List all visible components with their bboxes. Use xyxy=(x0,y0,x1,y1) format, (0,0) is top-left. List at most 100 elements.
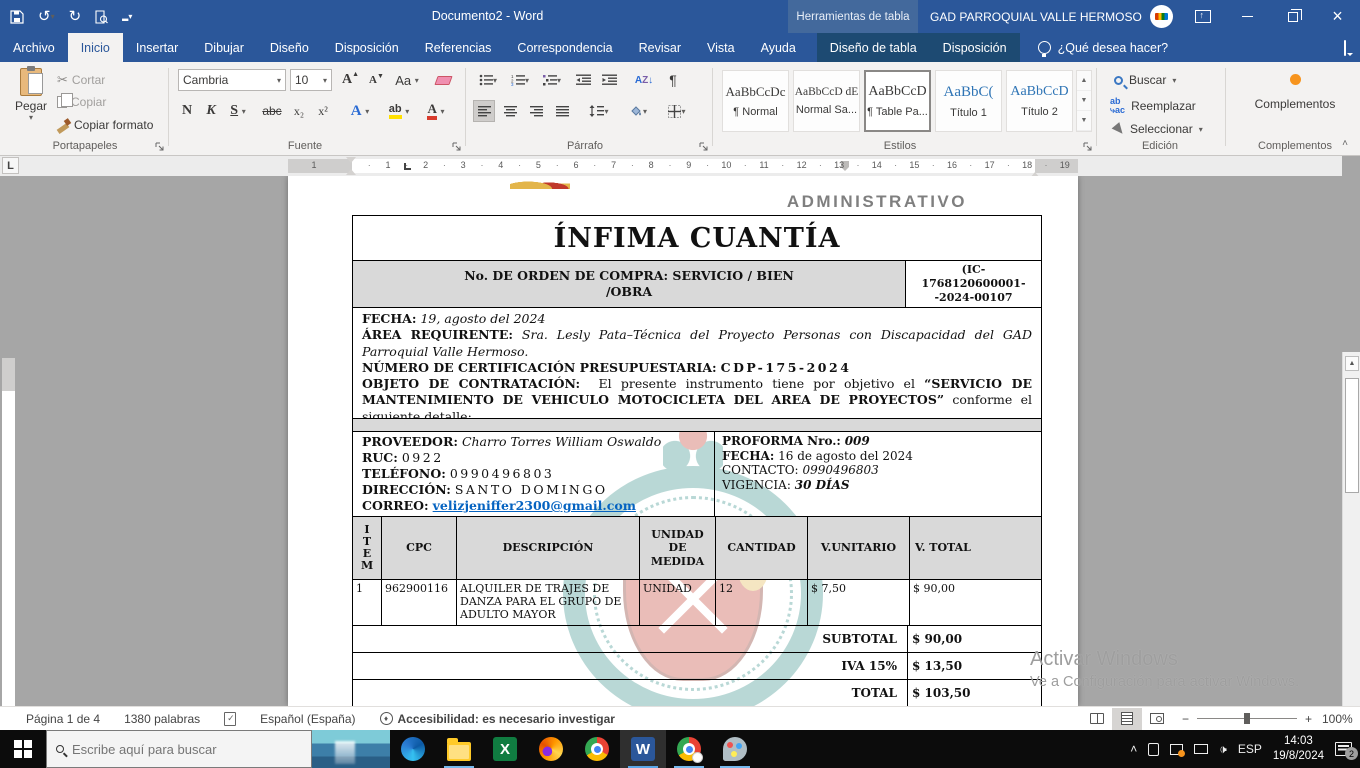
tab-stop-selector[interactable]: L xyxy=(2,157,19,174)
minimize-icon[interactable] xyxy=(1225,0,1270,33)
horizontal-ruler[interactable]: 1 1·2·3·4·5·6·7·8·9·10·11·12·13·14·15·16… xyxy=(288,159,1078,173)
web-layout-icon[interactable] xyxy=(1142,708,1172,730)
styles-dialog-launcher-icon[interactable] xyxy=(1083,142,1092,151)
tab-archivo[interactable]: Archivo xyxy=(0,33,68,62)
redo-icon[interactable]: ↻ xyxy=(69,9,82,24)
numbering-button[interactable]: 123▾ xyxy=(505,69,535,91)
zoom-slider[interactable] xyxy=(1197,718,1297,719)
taskbar-chrome-profile-icon[interactable] xyxy=(666,730,712,768)
align-right-button[interactable] xyxy=(525,100,547,122)
accessibility-status[interactable]: ♦ Accesibilidad: es necesario investigar xyxy=(368,712,627,726)
tab-vista[interactable]: Vista xyxy=(694,33,748,62)
taskbar-edge-icon[interactable] xyxy=(390,730,436,768)
taskbar-firefox-icon[interactable] xyxy=(528,730,574,768)
style-titulo-2[interactable]: AaBbCcD Título 2 xyxy=(1006,70,1073,132)
indent-markers[interactable] xyxy=(346,157,357,175)
show-paragraph-marks-button[interactable]: ¶ xyxy=(662,69,684,91)
close-icon[interactable]: × xyxy=(1315,0,1360,33)
zoom-percentage[interactable]: 100% xyxy=(1322,712,1360,726)
customize-qat-icon[interactable]: ▂▾ xyxy=(122,13,132,21)
document-canvas[interactable]: ADMINISTRATIVO ÍNFIMA CUANTÍA No. DE ORD… xyxy=(0,176,1360,706)
language-indicator[interactable]: Español (España) xyxy=(248,712,367,726)
tab-diseno[interactable]: Diseño xyxy=(257,33,322,62)
replace-button[interactable]: ab⤷ac Reemplazar xyxy=(1110,97,1196,115)
line-spacing-button[interactable]: ▾ xyxy=(583,100,615,122)
style-normal[interactable]: AaBbCcDc ¶ Normal xyxy=(722,70,789,132)
shading-button[interactable]: ▾ xyxy=(621,100,655,122)
cut-button[interactable]: ✂Cortar xyxy=(57,72,105,88)
zoom-slider-thumb[interactable] xyxy=(1244,713,1250,724)
restore-icon[interactable] xyxy=(1270,0,1315,33)
tab-dibujar[interactable]: Dibujar xyxy=(191,33,257,62)
style-titulo-1[interactable]: AaBbC( Título 1 xyxy=(935,70,1002,132)
tab-diseno-de-tabla[interactable]: Diseño de tabla xyxy=(817,33,930,62)
style-normal-sa[interactable]: AaBbCcD dE Normal Sa... xyxy=(793,70,860,132)
search-input[interactable] xyxy=(72,742,302,757)
tray-device-icon[interactable] xyxy=(1148,743,1159,756)
shrink-font-button[interactable]: A▼ xyxy=(362,69,384,91)
tab-disposicion[interactable]: Disposición xyxy=(322,33,412,62)
align-center-button[interactable] xyxy=(499,100,521,122)
change-case-button[interactable]: Aa ▾ xyxy=(390,69,424,91)
bold-button[interactable]: N xyxy=(176,100,198,122)
paragraph-dialog-launcher-icon[interactable] xyxy=(699,142,708,151)
print-layout-icon[interactable] xyxy=(1112,708,1142,730)
read-mode-icon[interactable] xyxy=(1082,708,1112,730)
superscript-button[interactable]: x² xyxy=(312,100,334,122)
clipboard-dialog-launcher-icon[interactable] xyxy=(155,142,164,151)
italic-button[interactable]: K xyxy=(200,100,222,122)
word-count[interactable]: 1380 palabras xyxy=(112,712,212,726)
select-button[interactable]: Seleccionar ▾ xyxy=(1114,122,1203,136)
zoom-in-icon[interactable]: + xyxy=(1305,712,1312,726)
feedback-comment-icon[interactable] xyxy=(1344,41,1346,55)
page-indicator[interactable]: Página 1 de 4 xyxy=(0,712,112,726)
paste-dropdown-icon[interactable]: ▾ xyxy=(29,113,33,122)
styles-scroll-up-icon[interactable]: ▲ xyxy=(1077,71,1091,91)
multilevel-list-button[interactable]: ▾ xyxy=(537,69,567,91)
save-icon[interactable] xyxy=(10,10,24,24)
tab-correspondencia[interactable]: Correspondencia xyxy=(504,33,625,62)
document-page[interactable]: ADMINISTRATIVO ÍNFIMA CUANTÍA No. DE ORD… xyxy=(288,176,1078,706)
paste-button[interactable]: Pegar ▾ xyxy=(10,68,52,142)
taskbar-clock[interactable]: 14:03 19/8/2024 xyxy=(1273,734,1324,764)
tab-ayuda[interactable]: Ayuda xyxy=(748,33,809,62)
clear-formatting-button[interactable] xyxy=(432,69,454,91)
taskbar-search-box[interactable] xyxy=(46,730,312,768)
tab-referencias[interactable]: Referencias xyxy=(412,33,505,62)
tab-disposicion-tabla[interactable]: Disposición xyxy=(930,33,1020,62)
justify-button[interactable] xyxy=(551,100,573,122)
format-painter-button[interactable]: Copiar formato xyxy=(57,118,153,132)
email-link[interactable]: velizjeniffer2300@gmail.com xyxy=(433,498,636,513)
action-center-icon[interactable]: 2 xyxy=(1335,742,1352,756)
subscript-button[interactable]: x₂ xyxy=(288,100,310,122)
scroll-up-icon[interactable]: ▲ xyxy=(1345,356,1359,371)
tray-volume-icon[interactable]: 🕩 xyxy=(1219,742,1227,757)
chevron-down-icon[interactable]: ▾ xyxy=(277,76,281,85)
ribbon-display-options-icon[interactable] xyxy=(1180,0,1225,33)
underline-button[interactable]: S ▾ xyxy=(222,100,254,122)
styles-scroll-down-icon[interactable]: ▼ xyxy=(1077,91,1091,111)
tray-network-icon[interactable] xyxy=(1194,744,1208,754)
decrease-indent-button[interactable] xyxy=(572,69,594,91)
styles-gallery-more-icon[interactable]: ▼ xyxy=(1077,111,1091,131)
tell-me-box[interactable]: ¿Qué desea hacer? xyxy=(1038,33,1169,62)
account-area[interactable]: GAD PARROQUIAL VALLE HERMOSO xyxy=(930,0,1173,33)
tray-display-alert-icon[interactable] xyxy=(1170,744,1183,755)
style-table-paragraph[interactable]: AaBbCcD ¶ Table Pa... xyxy=(864,70,931,132)
font-name-combobox[interactable]: Cambria▾ xyxy=(178,69,286,91)
tray-language-indicator[interactable]: ESP xyxy=(1238,742,1262,756)
start-button[interactable] xyxy=(0,730,46,768)
highlight-color-button[interactable]: ab ▾ xyxy=(382,100,416,122)
proofing-icon[interactable] xyxy=(212,712,248,726)
tray-expand-icon[interactable]: ˄ xyxy=(1130,742,1137,756)
print-preview-icon[interactable] xyxy=(95,10,108,24)
copy-button[interactable]: Copiar xyxy=(57,95,106,109)
collapse-ribbon-icon[interactable]: ˄ xyxy=(1342,138,1348,149)
search-highlight-image[interactable] xyxy=(312,730,390,768)
find-button[interactable]: Buscar ▾ xyxy=(1114,73,1176,87)
vertical-scrollbar[interactable]: ▲ ▼ xyxy=(1342,352,1360,706)
align-left-button[interactable] xyxy=(473,100,495,122)
account-avatar[interactable] xyxy=(1150,5,1173,28)
tab-revisar[interactable]: Revisar xyxy=(626,33,694,62)
vertical-ruler[interactable] xyxy=(2,358,15,706)
